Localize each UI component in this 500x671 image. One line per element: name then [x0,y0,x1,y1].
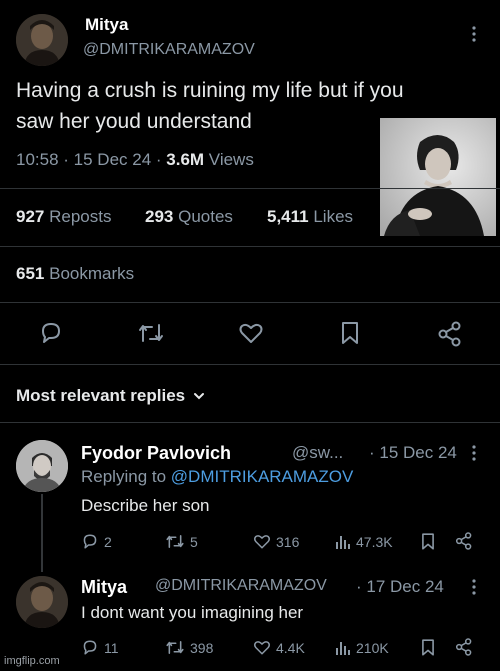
tweet-photo[interactable] [380,118,496,236]
like-icon [253,533,271,550]
reply1-more-icon[interactable] [470,443,478,463]
divider-1 [0,188,500,189]
reply2-like-action[interactable]: 4.4K [253,639,305,656]
tweet-text-line2: saw her youd understand [16,110,252,133]
reply2-replies-count: 11 [104,639,119,656]
views-icon [335,533,351,550]
reply-icon [81,639,99,656]
divider-3 [0,302,500,303]
more-options-icon[interactable] [470,24,478,44]
reply2-display-name[interactable]: Mitya [81,577,127,598]
reply2-bookmark-icon[interactable] [420,638,436,657]
reply1-share-icon[interactable] [455,532,473,550]
reply2-more-icon[interactable] [470,577,478,597]
tweet-time: 10:58 [16,150,59,169]
reply2-views-count: 210K [356,639,389,656]
quotes-label: Quotes [178,207,233,226]
repost-icon [165,533,185,550]
reply2-repost-action[interactable]: 398 [165,639,213,656]
reply1-likes-count: 316 [276,533,300,550]
reply2-handle[interactable]: @DMITRIKARAMAZOV [155,577,327,595]
reply2-text: I dont want you imagining her [81,603,304,622]
reply1-date[interactable]: · 15 Dec 24 [369,443,457,463]
author-handle[interactable]: @DMITRIKARAMAZOV [83,41,255,59]
like-icon[interactable] [238,321,264,345]
reposts-count: 927 [16,207,45,226]
reposts-stat[interactable]: 927 Reposts [16,207,111,227]
divider-5 [0,422,500,423]
reply-icon[interactable] [38,321,64,345]
likes-label: Likes [313,207,354,226]
reply1-like-action[interactable]: 316 [253,533,299,550]
reply2-date[interactable]: · 17 Dec 24 [356,577,444,597]
author-display-name[interactable]: Mitya [85,15,128,35]
share-icon[interactable] [437,321,463,347]
watermark: imgflip.com [4,655,60,667]
reply1-views-count: 47.3K [356,533,393,550]
reply-icon [81,533,99,550]
tweet-text-line1: Having a crush is ruining my life but if… [16,79,404,102]
reposts-label: Reposts [49,207,112,226]
reply1-text: Describe her son [81,496,210,515]
views-icon [335,639,351,656]
reply2-share-icon[interactable] [455,638,473,656]
replies-sort-dropdown[interactable]: Most relevant replies [16,386,205,406]
views-label: Views [208,150,254,169]
reply2-views-action[interactable]: 210K [335,639,389,656]
bookmark-icon[interactable] [339,320,361,346]
reply2-reply-action[interactable]: 11 [81,639,119,656]
bookmarks-label: Bookmarks [49,264,135,283]
repost-icon [165,639,185,656]
reply1-repost-action[interactable]: 5 [165,533,198,550]
bookmarks-count: 651 [16,264,45,283]
reply1-views-action[interactable]: 47.3K [335,533,393,550]
reply2-avatar[interactable] [16,576,68,628]
reply1-handle[interactable]: @sw... [292,443,343,463]
reply1-replies-count: 2 [104,533,112,550]
quotes-stat[interactable]: 293 Quotes [145,207,233,227]
reply1-display-name[interactable]: Fyodor Pavlovich [81,443,231,464]
chevron-down-icon [193,391,205,401]
reply1-bookmark-icon[interactable] [420,532,436,551]
bookmarks-stat[interactable]: 651 Bookmarks [16,264,134,284]
reply1-reposts-count: 5 [190,533,198,550]
likes-stat[interactable]: 5,411 Likes [267,207,353,227]
divider-2 [0,246,500,247]
reply1-avatar[interactable] [16,440,68,492]
tweet-timestamp[interactable]: 10:58 · 15 Dec 24 · 3.6M Views [16,150,254,170]
reply2-likes-count: 4.4K [276,639,305,656]
likes-count: 5,411 [267,207,309,226]
divider-4 [0,364,500,365]
tweet-date: 15 Dec 24 [73,150,152,169]
like-icon [253,639,271,656]
replying-to-label: Replying to [81,467,167,486]
views-count: 3.6M [166,150,205,169]
replying-to-handle[interactable]: @DMITRIKARAMAZOV [171,467,354,486]
reply2-reposts-count: 398 [190,639,214,656]
reply1-replying-to: Replying to @DMITRIKARAMAZOV [81,467,353,487]
author-avatar[interactable] [16,14,68,66]
reply-thread-line [41,494,43,572]
repost-icon[interactable] [137,321,165,345]
quotes-count: 293 [145,207,174,226]
reply1-reply-action[interactable]: 2 [81,533,112,550]
replies-header: Most relevant replies [16,386,186,405]
